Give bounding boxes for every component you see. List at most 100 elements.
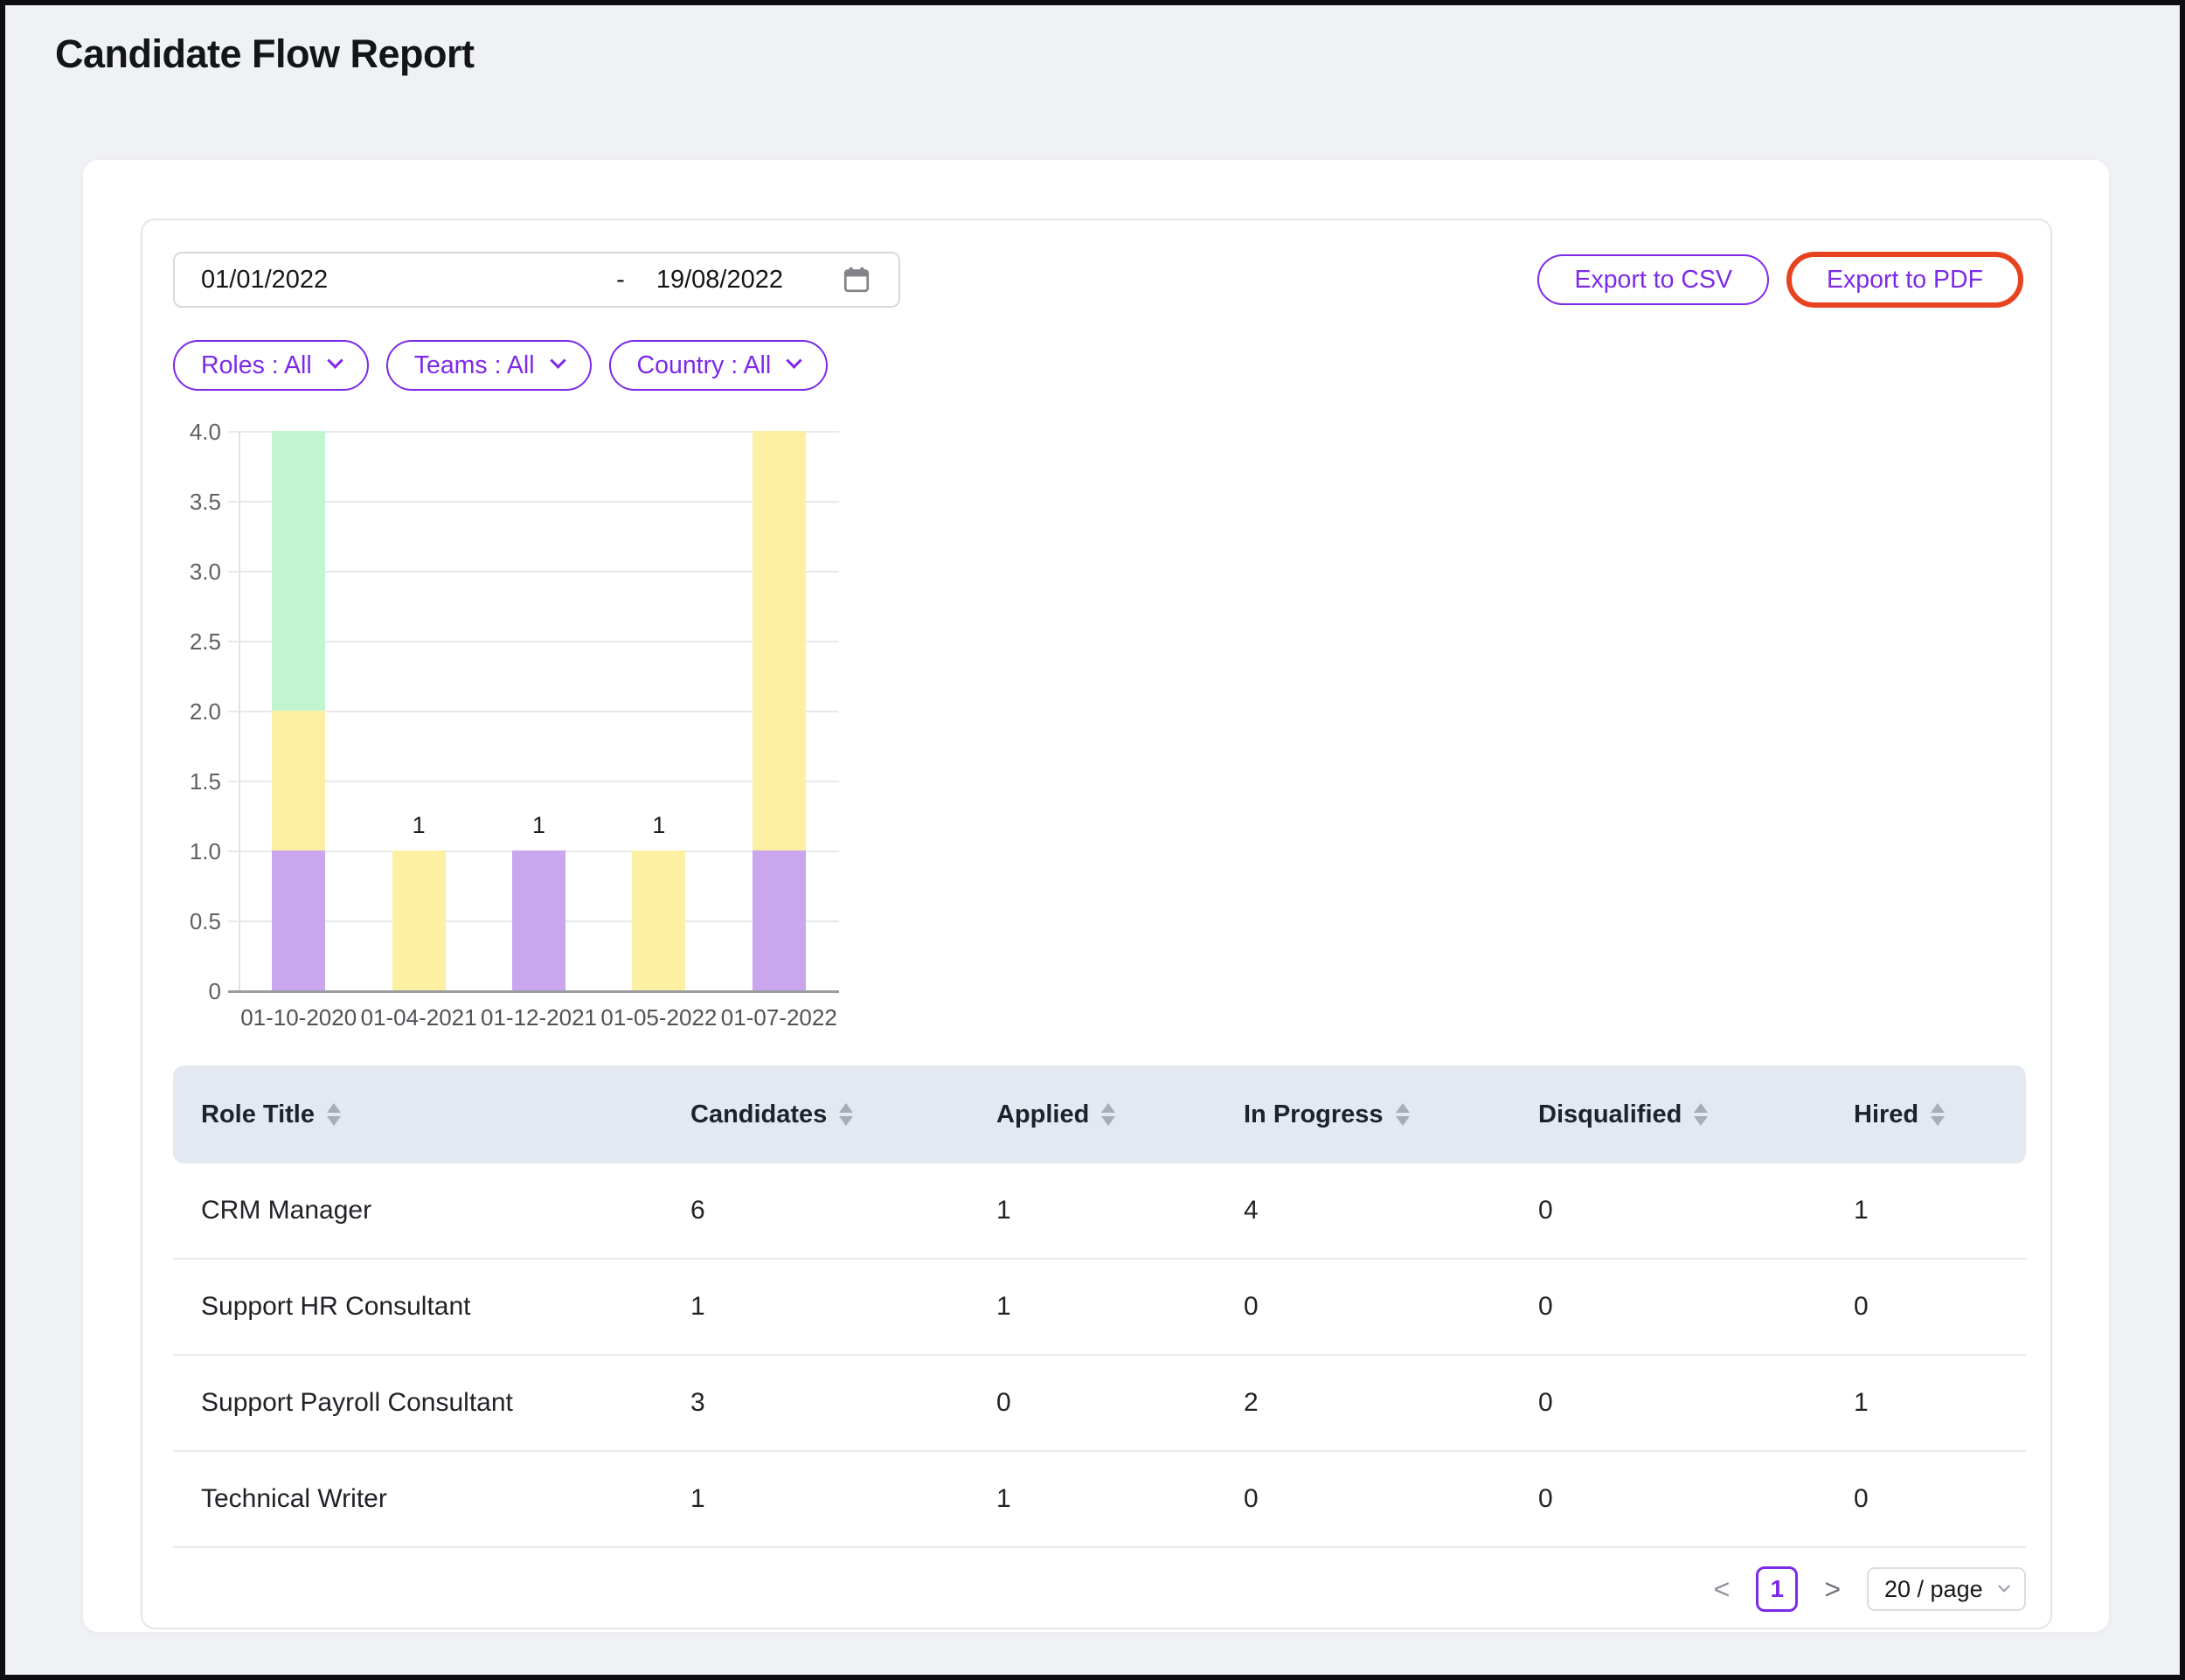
table-body: CRM Manager61401Support HR Consultant110… xyxy=(173,1163,2026,1548)
cell-value: 0 xyxy=(1510,1292,1826,1322)
bar-value-label: 1 xyxy=(632,812,685,839)
calendar-icon[interactable] xyxy=(841,264,872,295)
cell-value: 0 xyxy=(1510,1388,1826,1418)
teams-filter-dropdown[interactable]: Teams : All xyxy=(386,340,592,391)
cell-value: 0 xyxy=(1826,1484,2025,1514)
page-size-value: 20 / page xyxy=(1884,1576,1983,1603)
chevron-down-icon xyxy=(1998,1580,2010,1593)
chevron-down-icon xyxy=(786,352,801,368)
app-window: Candidate Flow Report 01/01/2022 - 19/08… xyxy=(0,0,2185,1680)
column-header-candidates[interactable]: Candidates xyxy=(662,1100,968,1129)
bar-yellow-segment xyxy=(392,850,446,990)
cell-value: 4 xyxy=(1216,1196,1510,1225)
cell-role-title: CRM Manager xyxy=(173,1196,662,1225)
cell-value: 1 xyxy=(968,1292,1216,1322)
bar-purple-segment xyxy=(753,850,806,990)
table-row: CRM Manager61401 xyxy=(173,1163,2026,1260)
y-tick-label: 4.0 xyxy=(169,418,221,446)
country-filter-dropdown[interactable]: Country : All xyxy=(609,340,829,391)
cell-value: 1 xyxy=(662,1484,968,1514)
column-header-role-title[interactable]: Role Title xyxy=(173,1100,662,1129)
bar-yellow-segment xyxy=(272,711,325,850)
report-panel: 01/01/2022 - 19/08/2022 Export to CSV xyxy=(141,219,2052,1629)
pagination-next-button[interactable]: > xyxy=(1821,1572,1844,1607)
cell-value: 0 xyxy=(1510,1484,1826,1514)
sort-icon xyxy=(327,1103,341,1126)
y-tick-label: 0.5 xyxy=(169,907,221,935)
cell-role-title: Support Payroll Consultant xyxy=(173,1388,662,1418)
table-row: Support HR Consultant11000 xyxy=(173,1260,2026,1356)
export-buttons: Export to CSV Export to PDF xyxy=(1537,252,2023,308)
sort-icon xyxy=(1101,1103,1115,1126)
cell-role-title: Technical Writer xyxy=(173,1484,662,1514)
sort-icon xyxy=(1396,1103,1410,1126)
candidate-flow-chart: 4.03.53.02.52.01.51.00.5001-10-2020101-0… xyxy=(173,419,850,1038)
column-header-in-progress[interactable]: In Progress xyxy=(1216,1100,1510,1129)
y-tick-label: 2.5 xyxy=(169,628,221,656)
bar-value-label: 1 xyxy=(512,812,565,839)
date-to-value[interactable]: 19/08/2022 xyxy=(656,266,783,295)
y-tick-label: 1.5 xyxy=(169,767,221,795)
y-tick-label: 3.0 xyxy=(169,558,221,586)
cell-value: 1 xyxy=(1826,1388,2025,1418)
y-tick-label: 1.0 xyxy=(169,837,221,865)
column-header-disqualified[interactable]: Disqualified xyxy=(1510,1100,1826,1129)
y-axis-line xyxy=(239,431,240,990)
cell-value: 0 xyxy=(1216,1484,1510,1514)
sort-icon xyxy=(839,1103,853,1126)
country-filter-label: Country : All xyxy=(637,351,772,380)
cell-value: 3 xyxy=(662,1388,968,1418)
y-tick-label: 3.5 xyxy=(169,488,221,516)
cell-value: 0 xyxy=(1216,1292,1510,1322)
cell-value: 1 xyxy=(968,1196,1216,1225)
bar-value-label: 1 xyxy=(392,812,446,839)
x-tick-label: 01-04-2021 xyxy=(357,1004,480,1031)
cell-value: 1 xyxy=(662,1292,968,1322)
bar-purple-segment xyxy=(272,850,325,990)
cell-value: 0 xyxy=(968,1388,1216,1418)
x-tick-label: 01-10-2020 xyxy=(238,1004,360,1031)
table-footer: < 1 > 20 / page xyxy=(173,1548,2026,1630)
bar-purple-segment xyxy=(512,850,565,990)
export-csv-button[interactable]: Export to CSV xyxy=(1537,254,1769,305)
cell-value: 1 xyxy=(968,1484,1216,1514)
cell-value: 0 xyxy=(1510,1196,1826,1225)
cell-value: 2 xyxy=(1216,1388,1510,1418)
chevron-down-icon xyxy=(327,352,343,368)
roles-filter-dropdown[interactable]: Roles : All xyxy=(173,340,369,391)
report-card: 01/01/2022 - 19/08/2022 Export to CSV xyxy=(82,159,2110,1633)
teams-filter-label: Teams : All xyxy=(414,351,535,380)
y-tick-label: 0 xyxy=(169,977,221,1005)
cell-value: 1 xyxy=(1826,1196,2025,1225)
bar-yellow-segment xyxy=(753,431,806,850)
pagination-prev-button[interactable]: < xyxy=(1710,1572,1734,1607)
page-title: Candidate Flow Report xyxy=(55,31,475,77)
x-axis-line xyxy=(228,990,839,993)
table-row: Technical Writer11000 xyxy=(173,1452,2026,1548)
x-tick-label: 01-07-2022 xyxy=(718,1004,840,1031)
sort-icon xyxy=(1694,1103,1708,1126)
bar-yellow-segment xyxy=(632,850,685,990)
cell-value: 0 xyxy=(1826,1292,2025,1322)
chevron-down-icon xyxy=(550,352,565,368)
y-tick-label: 2.0 xyxy=(169,698,221,725)
sort-icon xyxy=(1931,1103,1945,1126)
export-pdf-button[interactable]: Export to PDF xyxy=(1786,252,2023,308)
date-range-input[interactable]: 01/01/2022 - 19/08/2022 xyxy=(173,252,900,308)
column-header-applied[interactable]: Applied xyxy=(968,1100,1216,1129)
page-size-select[interactable]: 20 / page xyxy=(1867,1567,2026,1611)
date-separator: - xyxy=(616,266,625,295)
table-row: Support Payroll Consultant30201 xyxy=(173,1356,2026,1452)
date-from-value[interactable]: 01/01/2022 xyxy=(201,266,328,295)
roles-filter-label: Roles : All xyxy=(201,351,312,380)
filter-bar: Roles : All Teams : All Country : All xyxy=(173,340,2023,391)
cell-value: 6 xyxy=(662,1196,968,1225)
table-header-row: Role Title Candidates Applied In Progres… xyxy=(173,1066,2026,1163)
pagination-page-1[interactable]: 1 xyxy=(1756,1566,1798,1612)
x-tick-label: 01-05-2022 xyxy=(598,1004,720,1031)
column-header-hired[interactable]: Hired xyxy=(1826,1100,2025,1129)
candidate-flow-table: Role Title Candidates Applied In Progres… xyxy=(173,1066,2026,1548)
x-tick-label: 01-12-2021 xyxy=(478,1004,600,1031)
cell-role-title: Support HR Consultant xyxy=(173,1292,662,1322)
toolbar: 01/01/2022 - 19/08/2022 Export to CSV xyxy=(173,252,2023,308)
